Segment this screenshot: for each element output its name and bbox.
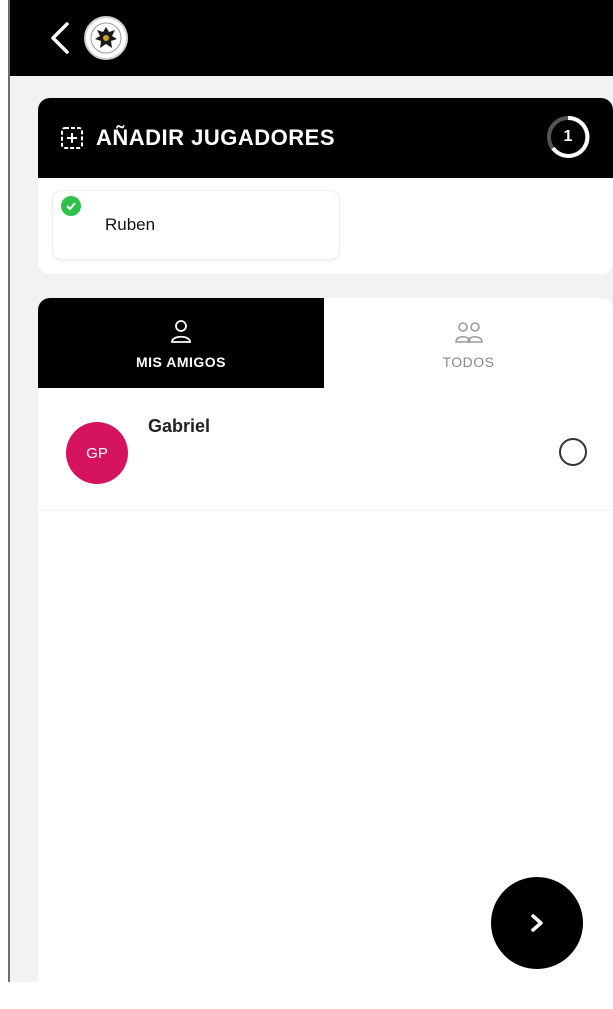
next-button[interactable] [491, 877, 583, 969]
check-circle-icon [61, 196, 81, 216]
add-square-icon [58, 124, 86, 152]
chevron-left-icon [51, 22, 69, 54]
chevron-right-icon [531, 914, 543, 932]
crest-logo-icon [84, 16, 128, 60]
friend-name: Gabriel [148, 416, 211, 436]
friend-list-item[interactable]: GP Gabriel [38, 390, 613, 511]
top-bar [10, 0, 613, 76]
add-players-title: AÑADIR JUGADORES [96, 125, 336, 150]
player-count: 1 [563, 128, 573, 145]
selected-player-chip[interactable]: Ruben [52, 190, 340, 260]
tab-todos[interactable]: TODOS [324, 298, 613, 388]
add-players-card: AÑADIR JUGADORES 1 Ruben [38, 98, 613, 274]
selected-player-name: Ruben [105, 215, 156, 234]
app-frame: AÑADIR JUGADORES 1 Ruben MIS AMIGOS TODO… [8, 0, 613, 982]
add-players-header[interactable]: AÑADIR JUGADORES 1 [38, 98, 613, 178]
tab-label: MIS AMIGOS [135, 354, 227, 370]
back-button[interactable] [40, 8, 80, 68]
group-icon [454, 316, 484, 344]
person-icon [169, 316, 193, 344]
tab-mis-amigos[interactable]: MIS AMIGOS [38, 298, 324, 388]
friends-tabs: MIS AMIGOS TODOS [38, 298, 613, 388]
tab-label: TODOS [442, 354, 495, 370]
avatar: GP [66, 422, 128, 484]
friend-select-radio[interactable] [559, 438, 587, 466]
player-count-badge: 1 [545, 114, 591, 160]
